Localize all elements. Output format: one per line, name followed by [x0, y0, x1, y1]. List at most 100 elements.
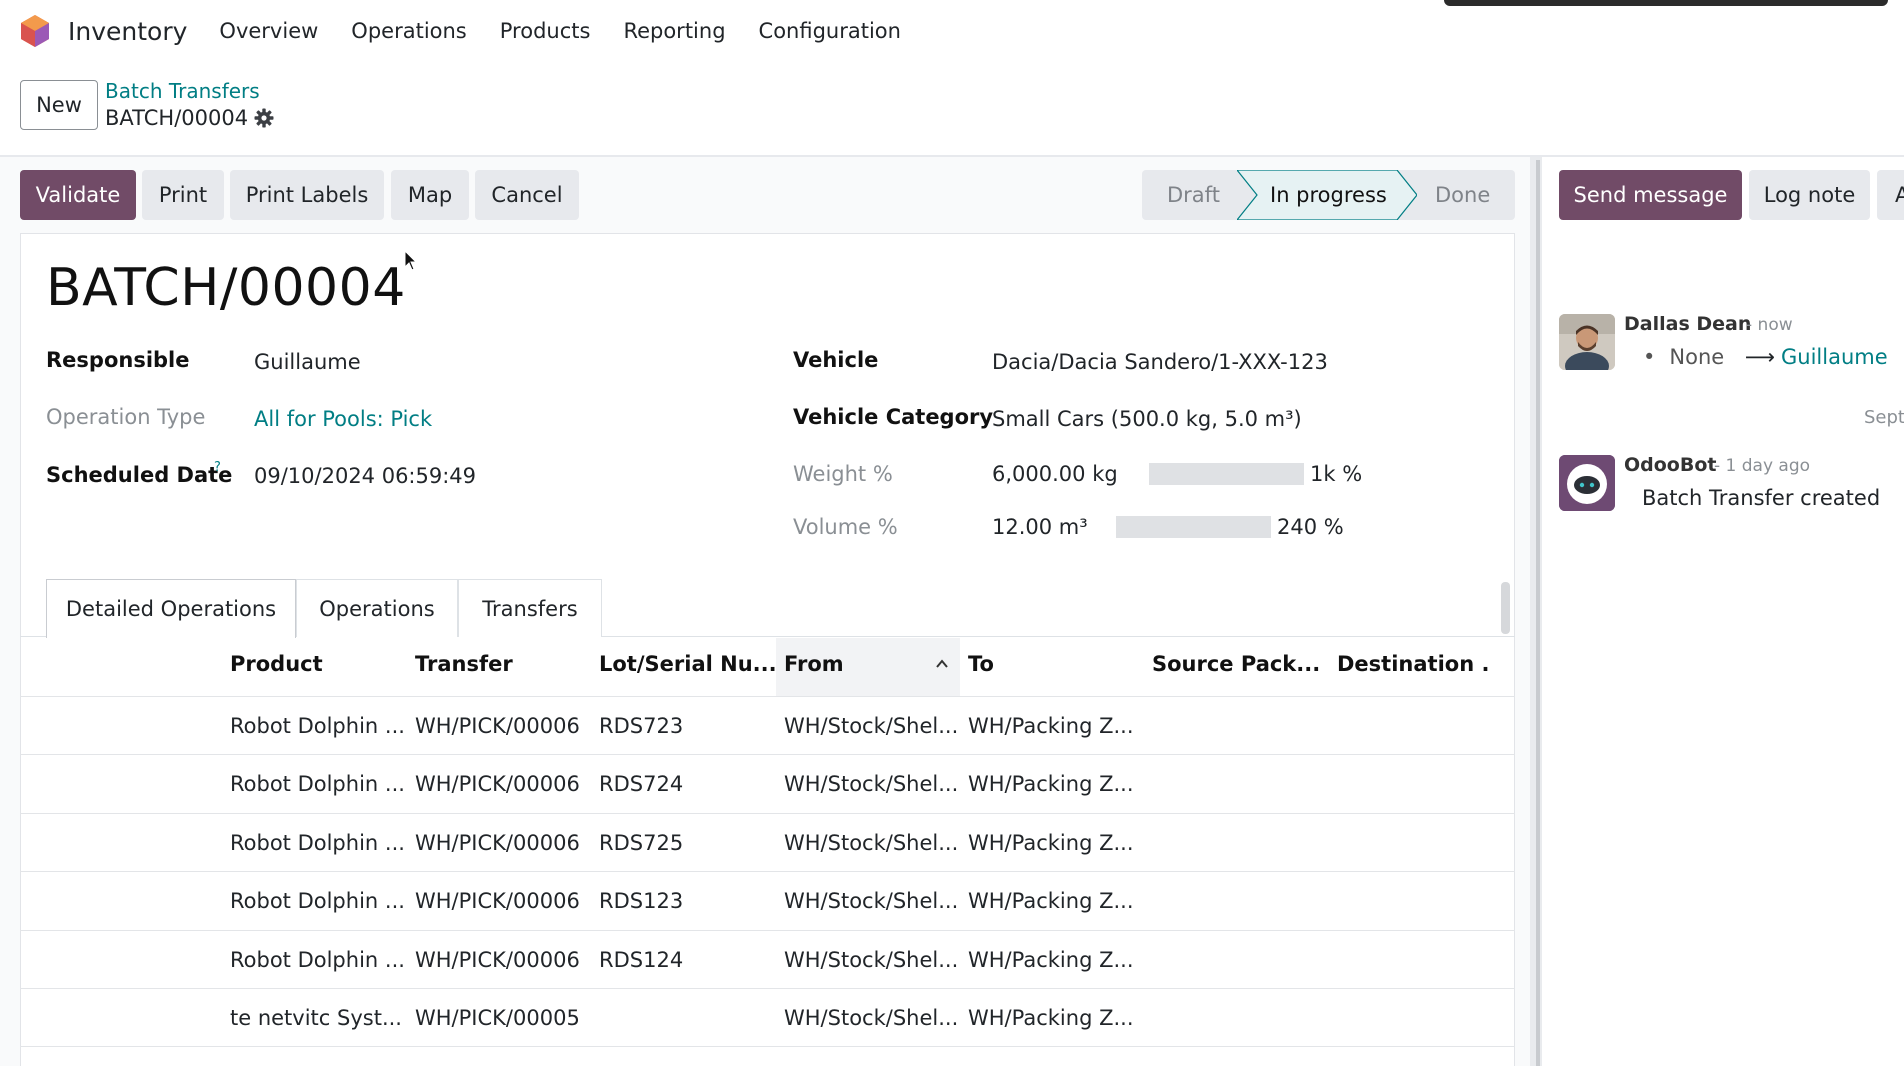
- cell-from: WH/Stock/Shel...: [784, 889, 959, 913]
- row-line: [20, 754, 1515, 755]
- message-author[interactable]: Dallas Dean: [1624, 313, 1751, 335]
- cell-to: WH/Packing Z...: [968, 772, 1134, 796]
- record-title[interactable]: BATCH/00004: [46, 258, 406, 318]
- operation-type-label: Operation Type: [46, 405, 206, 429]
- cell-lot: RDS725: [599, 831, 684, 855]
- cell-product: Robot Dolphin ...: [230, 714, 405, 738]
- gear-icon[interactable]: [254, 108, 274, 128]
- weight-value: 6,000.00 kg: [992, 462, 1118, 486]
- avatar-odoobot[interactable]: [1559, 455, 1615, 511]
- bullet-icon: •: [1643, 345, 1656, 369]
- nav-products[interactable]: Products: [500, 19, 591, 43]
- cell-transfer: WH/PICK/00006: [415, 889, 580, 913]
- chatter-scrollbar[interactable]: [1536, 160, 1540, 1066]
- cell-product: Robot Dolphin ...: [230, 948, 405, 972]
- weight-percent: 1k %: [1310, 462, 1363, 486]
- col-transfer[interactable]: Transfer: [415, 652, 513, 676]
- print-button[interactable]: Print: [142, 170, 224, 220]
- nav-configuration[interactable]: Configuration: [759, 19, 901, 43]
- help-tooltip-icon[interactable]: ?: [214, 460, 221, 475]
- new-button[interactable]: New: [20, 80, 98, 130]
- weight-progress-fill: [1149, 463, 1304, 485]
- cell-lot: RDS124: [599, 948, 684, 972]
- tab-detailed-operations[interactable]: Detailed Operations: [46, 579, 296, 638]
- weight-label: Weight %: [793, 462, 893, 486]
- volume-value: 12.00 m³: [992, 515, 1088, 539]
- tracking-new-value: Guillaume: [1780, 345, 1888, 369]
- top-navbar: Inventory Overview Operations Products R…: [0, 0, 1904, 62]
- breadcrumb-current-label: BATCH/00004: [105, 106, 249, 130]
- cell-to: WH/Packing Z...: [968, 889, 1134, 913]
- overlay-bar: [1444, 0, 1888, 6]
- cell-transfer: WH/PICK/00006: [415, 831, 580, 855]
- row-line: [20, 813, 1515, 814]
- vehicle-category-field[interactable]: Small Cars (500.0 kg, 5.0 m³): [992, 407, 1302, 431]
- send-message-button[interactable]: Send message: [1559, 170, 1742, 220]
- col-source-package[interactable]: Source Pack...: [1152, 652, 1320, 676]
- row-line: [20, 988, 1515, 989]
- volume-label: Volume %: [793, 515, 898, 539]
- cancel-button[interactable]: Cancel: [475, 170, 579, 220]
- row-line: [20, 871, 1515, 872]
- vehicle-label: Vehicle: [793, 348, 879, 372]
- cell-transfer: WH/PICK/00006: [415, 948, 580, 972]
- sort-ascending-icon[interactable]: [934, 656, 950, 672]
- activities-button[interactable]: A: [1877, 170, 1904, 220]
- tab-transfers[interactable]: Transfers: [458, 579, 602, 637]
- cell-from: WH/Stock/Shel...: [784, 772, 959, 796]
- message-body: Batch Transfer created: [1642, 486, 1881, 510]
- col-product[interactable]: Product: [230, 652, 323, 676]
- col-destination[interactable]: Destination .: [1337, 652, 1489, 676]
- tab-operations[interactable]: Operations: [296, 579, 458, 637]
- tracking-change: •None ⟶Guillaume (R: [1643, 345, 1904, 369]
- col-to[interactable]: To: [968, 652, 994, 676]
- cell-lot: RDS723: [599, 714, 684, 738]
- cell-from: WH/Stock/Shel...: [784, 714, 959, 738]
- vehicle-category-label: Vehicle Category: [793, 405, 994, 429]
- scheduled-date-label: Scheduled Date: [46, 463, 233, 487]
- row-line: [20, 1046, 1515, 1047]
- nav-overview[interactable]: Overview: [219, 19, 318, 43]
- cell-product: Robot Dolphin ...: [230, 889, 405, 913]
- cell-product: Robot Dolphin ...: [230, 831, 405, 855]
- status-draft[interactable]: Draft: [1167, 170, 1220, 220]
- date-separator: Sept: [1864, 407, 1904, 428]
- cell-from: WH/Stock/Shel...: [784, 1006, 959, 1030]
- print-labels-button[interactable]: Print Labels: [230, 170, 384, 220]
- nav-reporting[interactable]: Reporting: [623, 19, 725, 43]
- col-from[interactable]: From: [784, 652, 844, 676]
- form-scrollbar[interactable]: [1501, 582, 1510, 634]
- app-name[interactable]: Inventory: [68, 17, 187, 46]
- row-line: [20, 930, 1515, 931]
- volume-progress-bar: [1116, 516, 1271, 538]
- responsible-label: Responsible: [46, 348, 190, 372]
- cell-from: WH/Stock/Shel...: [784, 948, 959, 972]
- cell-transfer: WH/PICK/00005: [415, 1006, 580, 1030]
- message-author[interactable]: OdooBot: [1624, 454, 1716, 476]
- log-note-button[interactable]: Log note: [1749, 170, 1870, 220]
- status-done[interactable]: Done: [1435, 170, 1490, 220]
- responsible-field[interactable]: Guillaume: [254, 350, 361, 374]
- vehicle-field[interactable]: Dacia/Dacia Sandero/1-XXX-123: [992, 350, 1328, 374]
- header-row-line: [20, 696, 1515, 697]
- breadcrumb-batch-transfers[interactable]: Batch Transfers: [105, 79, 260, 103]
- avatar-dallas-dean[interactable]: [1559, 314, 1615, 370]
- col-lot-serial[interactable]: Lot/Serial Nu...: [599, 652, 777, 676]
- cell-to: WH/Packing Z...: [968, 948, 1134, 972]
- nav-operations[interactable]: Operations: [351, 19, 466, 43]
- validate-button[interactable]: Validate: [20, 170, 136, 220]
- mouse-cursor-icon: [404, 250, 418, 271]
- message-time: - 1 day ago: [1714, 456, 1811, 476]
- cell-transfer: WH/PICK/00006: [415, 772, 580, 796]
- scheduled-date-field[interactable]: 09/10/2024 06:59:49: [254, 464, 476, 488]
- map-button[interactable]: Map: [391, 170, 469, 220]
- cell-lot: RDS123: [599, 889, 684, 913]
- inventory-app-icon[interactable]: [20, 14, 50, 48]
- status-in-progress[interactable]: In progress: [1270, 170, 1387, 220]
- tracking-old-value: None: [1669, 345, 1725, 369]
- message-time: - now: [1746, 315, 1793, 335]
- odoobot-icon: [1559, 455, 1615, 511]
- volume-percent: 240 %: [1277, 515, 1344, 539]
- operation-type-field[interactable]: All for Pools: Pick: [254, 407, 432, 431]
- cell-product: te netvitc Syst...: [230, 1006, 402, 1030]
